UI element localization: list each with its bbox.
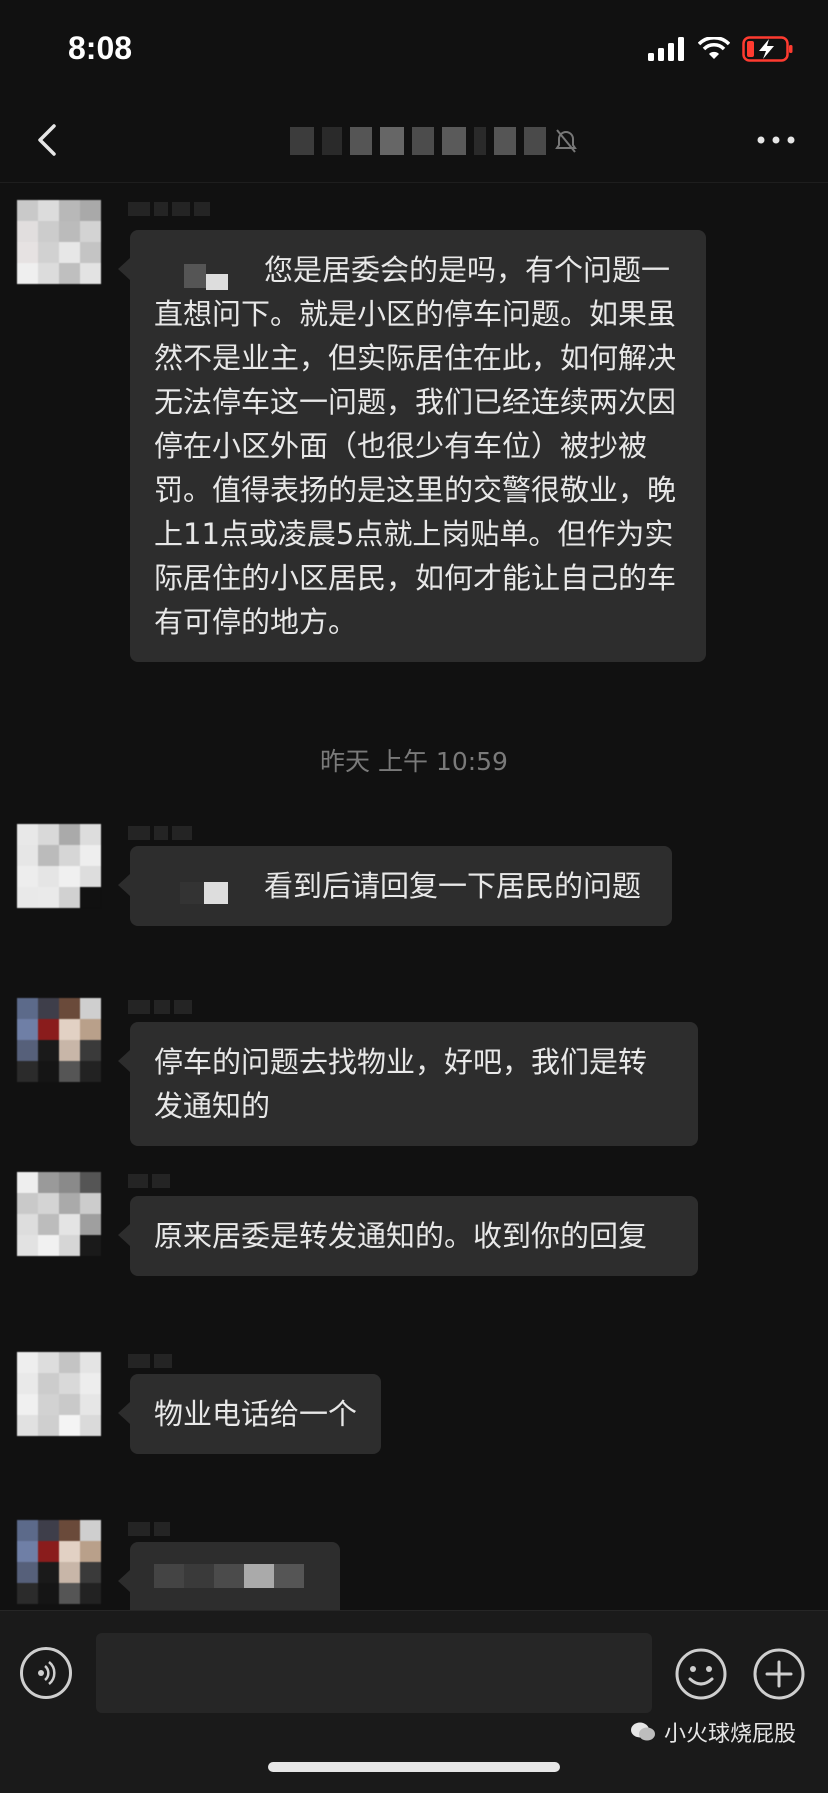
message-text: 您是居委会的是吗，有个问题一直想问下。就是小区的停车问题。如果虽然不是业主，但实… <box>154 253 677 639</box>
message-bubble[interactable]: 停车的问题去找物业，好吧，我们是转发通知的 <box>118 1022 698 1146</box>
status-time: 8:08 <box>68 30 133 66</box>
message-bubble[interactable]: 您是居委会的是吗，有个问题一直想问下。就是小区的停车问题。如果虽然不是业主，但实… <box>118 230 706 662</box>
message-text: 物业电话给一个 <box>154 1397 358 1431</box>
emoji-icon[interactable] <box>674 1647 728 1701</box>
sender-name-redacted <box>128 1522 170 1540</box>
home-indicator[interactable] <box>268 1762 560 1772</box>
sender-name-redacted <box>128 826 192 844</box>
plus-icon[interactable] <box>752 1647 806 1701</box>
watermark-text: 小火球烧屁股 <box>663 1722 796 1747</box>
sender-name-redacted <box>128 1174 170 1192</box>
chat-title-redacted <box>290 126 578 156</box>
message-text: 原来居委是转发通知的。收到你的回复 <box>154 1219 648 1253</box>
message-bubble[interactable]: 看到后请回复一下居民的问题 <box>118 846 672 926</box>
message-text: 看到后请回复一下居民的问题 <box>264 869 642 903</box>
signal-icon <box>648 37 684 61</box>
message-bubble[interactable]: 原来居委是转发通知的。收到你的回复 <box>118 1196 698 1276</box>
avatar[interactable] <box>17 1520 101 1604</box>
message-text: 停车的问题去找物业，好吧，我们是转发通知的 <box>154 1045 648 1123</box>
message-bubble[interactable]: 物业电话给一个 <box>117 1374 382 1454</box>
sender-name-redacted <box>128 1000 192 1018</box>
avatar[interactable] <box>17 1352 101 1436</box>
battery-charging-icon <box>742 36 793 62</box>
wechat-logo-icon <box>630 1722 655 1741</box>
status-bar: 8:08 <box>0 0 828 100</box>
avatar[interactable] <box>17 998 101 1082</box>
voice-icon <box>38 1661 56 1685</box>
chat-header <box>0 100 828 183</box>
mention-redacted <box>154 874 254 904</box>
message-input[interactable] <box>96 1633 652 1713</box>
status-icons <box>648 36 794 62</box>
message-timestamp: 昨天 上午 10:59 <box>320 747 508 776</box>
sender-name-redacted <box>128 202 210 220</box>
message-list[interactable]: 您是居委会的是吗，有个问题一直想问下。就是小区的停车问题。如果虽然不是业主，但实… <box>0 182 828 1610</box>
wifi-icon <box>698 37 730 59</box>
more-icon[interactable] <box>754 120 798 160</box>
mention-redacted <box>154 258 254 290</box>
message-bubble-redacted[interactable] <box>118 1542 340 1610</box>
avatar[interactable] <box>17 1172 101 1256</box>
avatar[interactable] <box>17 824 101 908</box>
avatar[interactable] <box>17 200 101 284</box>
sender-name-redacted <box>128 1354 172 1372</box>
voice-button[interactable] <box>20 1647 72 1699</box>
watermark: 小火球烧屁股 <box>630 1716 796 1748</box>
redacted-content <box>154 1564 304 1588</box>
bell-muted-icon <box>555 129 577 153</box>
chevron-left-icon[interactable] <box>28 120 68 160</box>
